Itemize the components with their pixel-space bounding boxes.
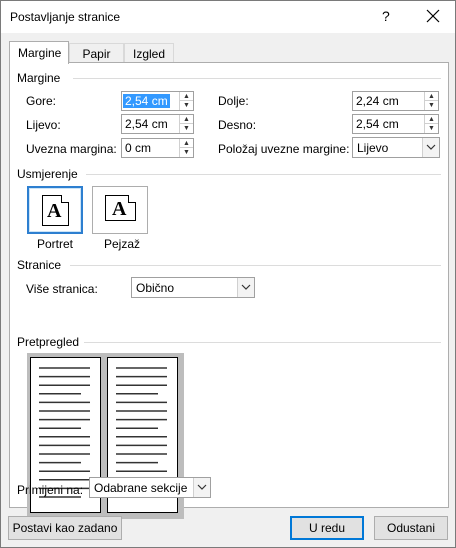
pages-group-label: Stranice	[17, 258, 62, 272]
divider	[86, 174, 441, 175]
gutter-position-value: Lijevo	[357, 141, 389, 155]
multiple-pages-label: Više stranica:	[26, 282, 98, 296]
chevron-down-icon[interactable]	[237, 278, 254, 297]
chevron-down-icon[interactable]	[193, 478, 210, 497]
landscape-button[interactable]: A	[92, 186, 148, 234]
multiple-pages-select[interactable]: Obično	[131, 277, 255, 298]
spin-down-icon[interactable]: ▼	[180, 124, 193, 133]
spin-up-icon[interactable]: ▲	[425, 92, 438, 101]
spin-down-icon[interactable]: ▼	[180, 101, 193, 110]
spin-up-icon[interactable]: ▲	[425, 115, 438, 124]
chevron-down-icon[interactable]	[422, 138, 439, 157]
margins-panel: Margine Gore: 2,54 cm ▲ ▼ Dolje: 2,24 cm…	[9, 62, 449, 519]
help-button[interactable]: ?	[382, 8, 390, 24]
right-margin-value: 2,54 cm	[356, 117, 399, 131]
tab-paper[interactable]: Papir	[69, 43, 124, 63]
left-margin-spinner[interactable]: 2,54 cm ▲ ▼	[121, 114, 194, 134]
apply-to-value: Odabrane sekcije	[94, 481, 188, 495]
apply-to-select[interactable]: Odabrane sekcije	[89, 477, 211, 498]
set-as-default-button[interactable]: Postavi kao zadano	[8, 516, 122, 540]
margins-group-label: Margine	[17, 71, 61, 85]
top-margin-label: Gore:	[26, 94, 57, 108]
title-bar: Postavljanje stranice ?	[1, 1, 455, 33]
portrait-button[interactable]: A	[27, 186, 83, 234]
right-margin-spinner[interactable]: 2,54 cm ▲ ▼	[352, 114, 439, 134]
window-title: Postavljanje stranice	[10, 10, 121, 24]
landscape-label: Pejzaž	[104, 237, 141, 251]
ok-button[interactable]: U redu	[290, 516, 364, 540]
left-margin-label: Lijevo:	[26, 118, 61, 132]
tab-margins[interactable]: Margine	[9, 41, 69, 64]
portrait-label: Portret	[37, 237, 74, 251]
spin-up-icon[interactable]: ▲	[180, 139, 193, 148]
right-margin-label: Desno:	[218, 118, 257, 132]
cancel-button[interactable]: Odustani	[374, 516, 448, 540]
spin-up-icon[interactable]: ▲	[180, 92, 193, 101]
multiple-pages-value: Obično	[136, 281, 175, 295]
close-button[interactable]	[421, 4, 445, 28]
close-icon	[426, 9, 440, 23]
bottom-margin-label: Dolje:	[218, 94, 249, 108]
top-margin-spinner[interactable]: 2,54 cm ▲ ▼	[121, 91, 194, 111]
gutter-value: 0 cm	[125, 141, 152, 155]
divider	[73, 78, 441, 79]
top-margin-value: 2,54 cm	[123, 94, 170, 108]
page-setup-dialog: Postavljanje stranice ? Margine Papir Iz…	[0, 0, 456, 548]
preview-group-label: Pretpregled	[17, 335, 80, 349]
gutter-label: Uvezna margina:	[26, 142, 117, 156]
spin-down-icon[interactable]: ▼	[425, 101, 438, 110]
orientation-group-label: Usmjerenje	[17, 167, 78, 181]
bottom-margin-value: 2,24 cm	[356, 94, 399, 108]
divider	[84, 342, 441, 343]
spin-down-icon[interactable]: ▼	[425, 124, 438, 133]
tab-layout[interactable]: Izgled	[124, 43, 174, 63]
portrait-page-icon: A	[42, 195, 69, 226]
gutter-spinner[interactable]: 0 cm ▲ ▼	[121, 138, 194, 158]
gutter-position-select[interactable]: Lijevo	[352, 137, 440, 158]
gutter-position-label: Položaj uvezne margine:	[218, 142, 350, 156]
bottom-margin-spinner[interactable]: 2,24 cm ▲ ▼	[352, 91, 439, 111]
spin-up-icon[interactable]: ▲	[180, 115, 193, 124]
left-margin-value: 2,54 cm	[125, 117, 168, 131]
spin-down-icon[interactable]: ▼	[180, 148, 193, 157]
apply-to-label: Primijeni na:	[17, 483, 84, 497]
divider	[70, 265, 441, 266]
landscape-page-icon: A	[105, 195, 136, 221]
